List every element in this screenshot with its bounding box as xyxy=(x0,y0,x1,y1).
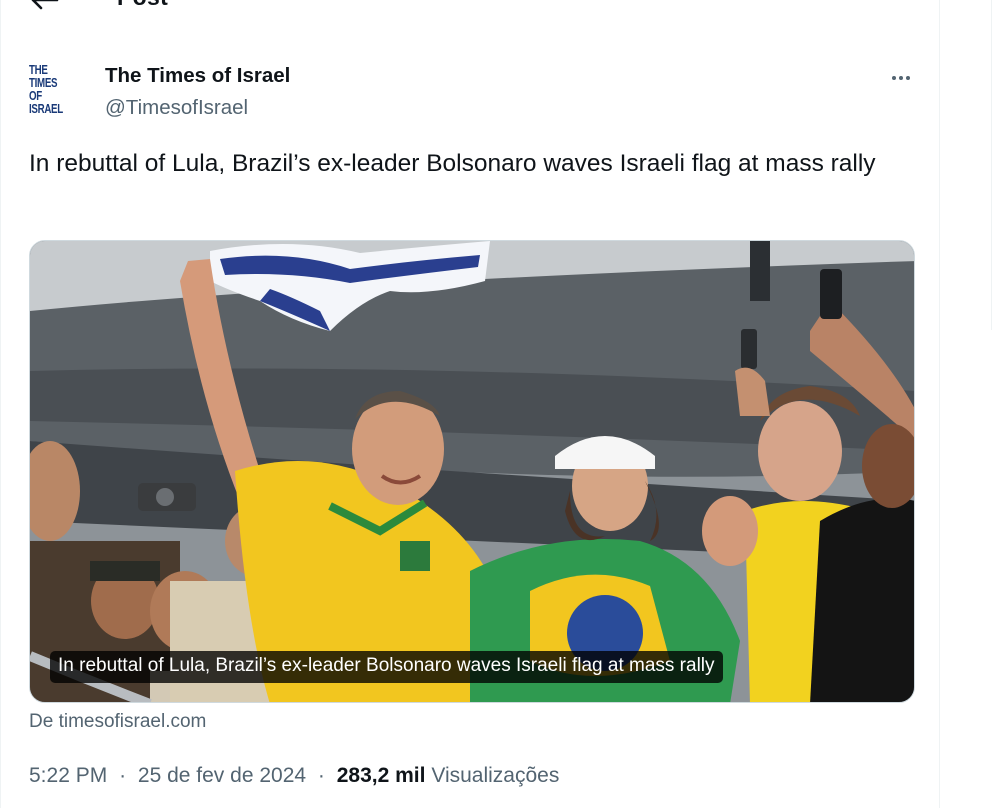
avatar-line-1: THE TIMES xyxy=(29,63,58,90)
page-title: Post xyxy=(117,0,168,11)
more-dot xyxy=(906,76,910,80)
views-count: 283,2 mil xyxy=(336,764,426,787)
post-header: THE TIMES OF ISRAEL The Times of Israel … xyxy=(29,62,919,126)
author-handle[interactable]: @TimesofIsrael xyxy=(105,96,248,120)
post-date[interactable]: 25 de fev de 2024 xyxy=(138,764,306,787)
views-label: Visualizações xyxy=(431,764,560,787)
back-button[interactable] xyxy=(29,0,61,12)
rally-photo xyxy=(30,241,914,702)
post-column: Post THE TIMES OF ISRAEL The Times of Is… xyxy=(0,0,940,808)
avatar[interactable]: THE TIMES OF ISRAEL xyxy=(29,64,77,116)
right-sidebar-edge xyxy=(940,0,992,808)
meta-separator: · xyxy=(119,764,127,787)
meta-separator: · xyxy=(317,764,325,787)
post-text: In rebuttal of Lula, Brazil’s ex-leader … xyxy=(29,150,876,177)
avatar-line-2: OF ISRAEL xyxy=(29,89,63,116)
author-name[interactable]: The Times of Israel xyxy=(105,64,290,88)
more-horizontal-icon xyxy=(892,76,896,80)
post-meta: 5:22 PM · 25 de fev de 2024 · 283,2 mil … xyxy=(29,764,559,788)
more-options-button[interactable] xyxy=(883,66,919,90)
source-link[interactable]: De timesofisrael.com xyxy=(29,711,206,733)
arrow-left-icon xyxy=(31,0,59,10)
post-time[interactable]: 5:22 PM xyxy=(29,764,107,787)
link-card-image[interactable]: In rebuttal of Lula, Brazil’s ex-leader … xyxy=(29,240,915,703)
card-caption: In rebuttal of Lula, Brazil’s ex-leader … xyxy=(50,651,723,683)
topbar: Post xyxy=(1,0,939,18)
more-dot xyxy=(899,76,903,80)
